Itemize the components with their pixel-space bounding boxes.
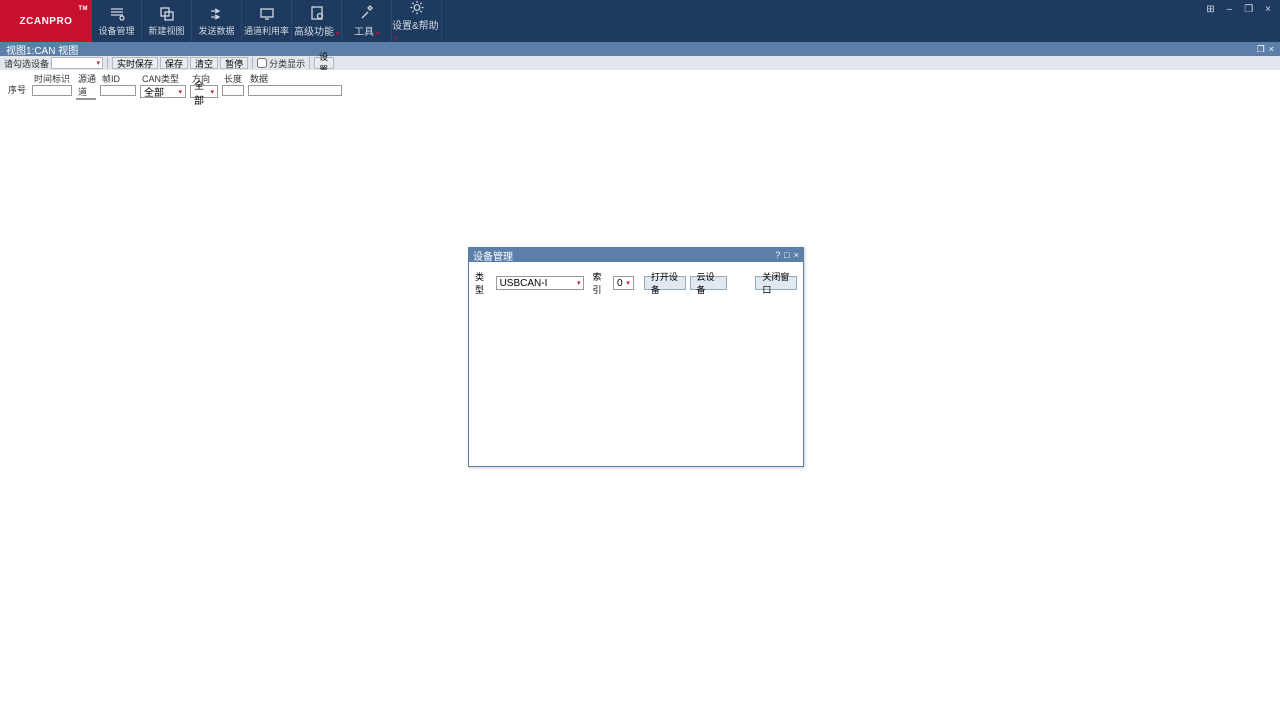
window-controls: ⊞ – ❐ × [1197, 0, 1280, 42]
dialog-help-button[interactable]: ? [775, 250, 780, 260]
src-channel-filter[interactable] [76, 98, 96, 100]
device-combo[interactable]: ▾ [51, 57, 103, 69]
menu-icon-tools [359, 5, 375, 21]
menu-send-data[interactable]: 发送数据 [192, 0, 242, 42]
menu-icon-send [209, 6, 225, 22]
filter-toolbar: 请勾选设备 ▾ 实时保存 保存 清空 暂停 分类显示 设置 [0, 56, 1280, 70]
menu-label: 设备管理 [98, 24, 134, 37]
menu-device-management[interactable]: 设备管理 [92, 0, 142, 42]
chevron-down-icon: ▾ [210, 88, 214, 96]
menu-advanced[interactable]: 高级功能▾ [292, 0, 342, 42]
menu-label: 发送数据 [198, 24, 234, 37]
col-data: 数据 [248, 72, 342, 85]
can-type-filter[interactable]: 全部▾ [140, 85, 186, 98]
menu-new-view[interactable]: 新建视图 [142, 0, 192, 42]
dialog-close-button[interactable]: × [794, 250, 799, 260]
device-type-value: USBCAN-I [500, 278, 548, 289]
logo-tm: TM [78, 6, 88, 12]
view-header: 视图1:CAN 视图 ❐ × [0, 42, 1280, 56]
dialog-body: 类型 USBCAN-I ▾ 索引 0 ▾ 打开设备 云设备 关闭窗口 [469, 262, 803, 304]
col-timestamp: 时间标识 [32, 72, 72, 85]
data-filter[interactable] [248, 85, 342, 96]
chevron-down-icon: ▾ [626, 279, 630, 287]
close-window-button[interactable]: 关闭窗口 [755, 276, 797, 290]
menu-label: 高级功能▾ [294, 23, 339, 38]
menu-icon-monitor [259, 6, 275, 22]
clear-button[interactable]: 清空 [190, 57, 218, 69]
menu-label: 通道利用率 [244, 24, 289, 37]
direction-filter[interactable]: 全部▾ [190, 85, 218, 98]
menu-icon-doc [309, 5, 325, 21]
menu-settings-help[interactable]: 设置&帮助▾ [392, 0, 442, 42]
device-type-combo[interactable]: USBCAN-I ▾ [496, 276, 585, 290]
settings-button[interactable]: 设置 [314, 57, 334, 69]
dropdown-arrow-icon: ▾ [336, 31, 339, 37]
open-device-button[interactable]: 打开设备 [644, 276, 686, 290]
table-header: 序号 时间标识 源通道 帧ID CAN类型 全部▾ 方向 全部▾ 长度 数据 [0, 70, 1280, 96]
dialog-max-button[interactable]: □ [784, 250, 789, 260]
index-label: 索引 [592, 270, 609, 296]
close-button[interactable]: × [1262, 4, 1274, 15]
type-label: 类型 [475, 270, 492, 296]
save-button[interactable]: 保存 [160, 57, 188, 69]
menu-icon-gear [409, 0, 425, 15]
device-index-value: 0 [617, 278, 623, 289]
logo-text: ZCANPRO [20, 16, 73, 27]
chevron-down-icon: ▾ [577, 279, 581, 287]
view-title: 视图1:CAN 视图 [6, 42, 78, 57]
dropdown-arrow-icon: ▾ [394, 36, 397, 42]
frame-id-filter[interactable] [100, 85, 136, 96]
select-device-label: 请勾选设备 [4, 57, 49, 70]
menu-icon-newview [159, 6, 175, 22]
menu-label: 新建视图 [148, 24, 184, 37]
minimize-button[interactable]: – [1224, 4, 1236, 15]
app-logo: ZCANPRO TM [0, 0, 92, 42]
device-index-combo[interactable]: 0 ▾ [613, 276, 634, 290]
class-display-label: 分类显示 [269, 57, 305, 70]
class-display-checkbox[interactable] [257, 58, 267, 68]
menu-icon-lines [109, 6, 125, 22]
col-src-channel: 源通道 [76, 72, 96, 98]
dropdown-arrow-icon: ▾ [376, 31, 379, 37]
col-seq: 序号 [6, 83, 28, 96]
main-menubar: ZCANPRO TM 设备管理 新建视图 发送数据 通道利用率 高级功能▾ 工具… [0, 0, 1280, 42]
realtime-save-button[interactable]: 实时保存 [112, 57, 158, 69]
timestamp-filter[interactable] [32, 85, 72, 96]
dialog-header[interactable]: 设备管理 ? □ × [469, 248, 803, 262]
grid-icon[interactable]: ⊞ [1203, 4, 1217, 15]
cloud-device-button[interactable]: 云设备 [690, 276, 728, 290]
menu-channel-usage[interactable]: 通道利用率 [242, 0, 292, 42]
menu-label: 工具▾ [354, 23, 379, 38]
menu-label: 设置&帮助▾ [392, 17, 441, 42]
dialog-title: 设备管理 [473, 248, 513, 263]
view-restore-button[interactable]: ❐ [1257, 44, 1265, 55]
pause-button[interactable]: 暂停 [220, 57, 248, 69]
view-close-button[interactable]: × [1269, 44, 1274, 54]
length-filter[interactable] [222, 85, 244, 96]
col-length: 长度 [222, 72, 244, 85]
menu-tools[interactable]: 工具▾ [342, 0, 392, 42]
device-management-dialog: 设备管理 ? □ × 类型 USBCAN-I ▾ 索引 0 ▾ 打开设备 云设备… [468, 247, 804, 467]
chevron-down-icon: ▾ [178, 88, 182, 96]
maximize-button[interactable]: ❐ [1241, 4, 1256, 15]
col-frame-id: 帧ID [100, 72, 136, 85]
chevron-down-icon: ▾ [97, 59, 101, 67]
